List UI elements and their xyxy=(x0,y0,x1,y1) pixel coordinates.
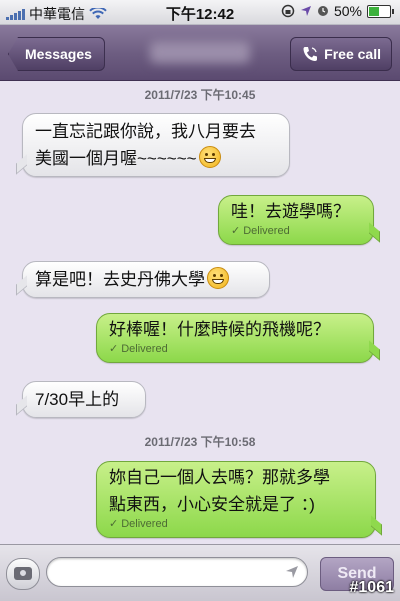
messages-back-button[interactable]: Messages xyxy=(8,37,105,71)
navigation-bar: Messages Free call xyxy=(0,25,400,81)
checkmark-icon: ✓ xyxy=(109,343,119,355)
timestamp: 2011/7/23 下午10:58 xyxy=(144,435,256,449)
message-text: 一直忘記跟你說，我八月要去 xyxy=(35,122,256,141)
send-location-icon[interactable] xyxy=(285,565,299,579)
message-text: 7/30早上的 xyxy=(35,390,120,409)
message-text: 美國一個月喔~~~~~~ xyxy=(35,149,197,168)
message-text: 好棒喔！什麼時候的飛機呢？ xyxy=(109,320,330,339)
checkmark-icon: ✓ xyxy=(231,225,241,237)
checkmark-icon: ✓ xyxy=(109,518,119,530)
watermark: #1061 xyxy=(349,579,395,596)
outgoing-message[interactable]: 哇！去遊學嗎？ ✓ Delivered xyxy=(218,195,374,245)
message-text: 算是吧！去史丹佛大學 xyxy=(35,270,205,289)
location-arrow-icon xyxy=(300,6,311,16)
incoming-message[interactable]: 算是吧！去史丹佛大學 xyxy=(22,261,270,298)
contact-name-blurred xyxy=(150,41,250,63)
incoming-message[interactable]: 一直忘記跟你說，我八月要去 美國一個月喔~~~~~~ xyxy=(22,113,290,177)
grinning-face-icon xyxy=(198,146,221,168)
outgoing-message[interactable]: 妳自己一個人去嗎？那就多學 點東西，小心安全就是了 ：) ✓ Delivered xyxy=(96,461,376,538)
battery-icon xyxy=(367,4,394,18)
message-input-bar: Send xyxy=(0,544,400,601)
delivery-status: ✓ Delivered xyxy=(109,343,168,355)
camera-button[interactable] xyxy=(6,558,40,590)
grimacing-face-icon xyxy=(207,267,229,289)
free-call-label: Free call xyxy=(324,46,381,62)
conversation-thread[interactable]: 2011/7/23 下午10:45 一直忘記跟你說，我八月要去 美國一個月喔~~… xyxy=(0,81,400,544)
delivery-status: ✓ Delivered xyxy=(109,518,168,530)
delivery-status: ✓ Delivered xyxy=(231,225,290,237)
phone-icon xyxy=(303,47,318,61)
battery-percent: 50% xyxy=(333,3,362,19)
status-bar: 中華電信 下午12:42 50% xyxy=(0,0,400,25)
outgoing-message[interactable]: 好棒喔！什麼時候的飛機呢？ ✓ Delivered xyxy=(96,313,374,363)
message-text: 點東西，小心安全就是了 ：) xyxy=(109,495,315,514)
alarm-clock-icon xyxy=(317,6,328,16)
message-text: 妳自己一個人去嗎？那就多學 xyxy=(109,468,330,487)
free-call-button[interactable]: Free call xyxy=(290,37,392,71)
status-right: 50% xyxy=(281,3,394,19)
timestamp: 2011/7/23 下午10:45 xyxy=(144,88,256,102)
message-input[interactable] xyxy=(46,557,308,587)
incoming-message[interactable]: 7/30早上的 xyxy=(22,381,146,418)
rotation-lock-icon xyxy=(281,4,295,18)
message-text: 哇！去遊學嗎？ xyxy=(231,202,350,221)
